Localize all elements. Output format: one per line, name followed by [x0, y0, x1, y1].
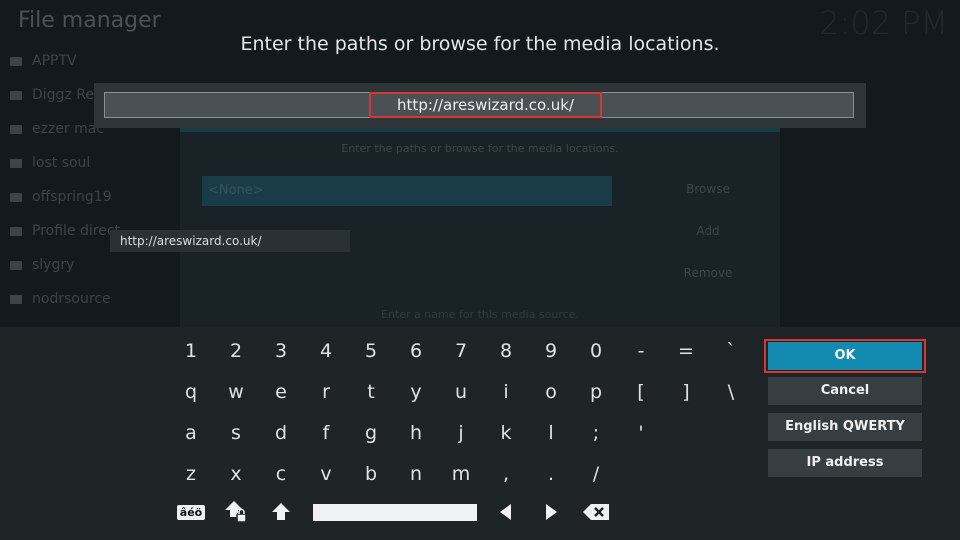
key-7[interactable]: 7 [441, 331, 481, 371]
ok-button[interactable]: OK [768, 342, 922, 370]
key-p[interactable]: p [576, 372, 616, 412]
browse-button: Browse [686, 182, 730, 196]
key-3[interactable]: 3 [261, 331, 301, 371]
backspace-icon [583, 504, 609, 520]
space-bar[interactable] [313, 504, 477, 521]
key-f[interactable]: f [306, 413, 346, 453]
folder-icon [10, 158, 22, 168]
key-9[interactable]: 9 [531, 331, 571, 371]
key-c[interactable]: c [261, 454, 301, 494]
key-close-bracket[interactable]: ] [666, 372, 706, 412]
key-b[interactable]: b [351, 454, 391, 494]
key-5[interactable]: 5 [351, 331, 391, 371]
list-item: offspring19 [0, 180, 180, 214]
key-o[interactable]: o [531, 372, 571, 412]
key-backslash[interactable]: \ [711, 372, 751, 412]
folder-icon [10, 226, 22, 236]
caps-lock-key[interactable] [216, 492, 256, 532]
folder-icon [10, 260, 22, 270]
key-0[interactable]: 0 [576, 331, 616, 371]
key-k[interactable]: k [486, 413, 526, 453]
arrow-right-icon [546, 504, 557, 520]
key-i[interactable]: i [486, 372, 526, 412]
backspace-key[interactable] [576, 492, 616, 532]
path-field: <None> [202, 176, 612, 206]
key-4[interactable]: 4 [306, 331, 346, 371]
caps-lock-icon [225, 501, 247, 523]
key-m[interactable]: m [441, 454, 481, 494]
key-8[interactable]: 8 [486, 331, 526, 371]
folder-icon [10, 124, 22, 134]
key-minus[interactable]: - [621, 331, 661, 371]
name-prompt: Enter a name for this media source. [381, 308, 579, 321]
autocomplete-suggestion[interactable]: http://areswizard.co.uk/ [110, 230, 350, 252]
key-slash[interactable]: / [576, 454, 616, 494]
key-d[interactable]: d [261, 413, 301, 453]
key-z[interactable]: z [171, 454, 211, 494]
key-v[interactable]: v [306, 454, 346, 494]
key-n[interactable]: n [396, 454, 436, 494]
arrow-left-icon [500, 504, 511, 520]
key-backtick[interactable]: ` [711, 331, 751, 371]
input-panel: http://areswizard.co.uk/ [94, 83, 866, 128]
key-w[interactable]: w [216, 372, 256, 412]
cursor-right-key[interactable] [531, 492, 571, 532]
cancel-button[interactable]: Cancel [768, 377, 922, 405]
key-h[interactable]: h [396, 413, 436, 453]
key-apostrophe[interactable]: ' [621, 413, 661, 453]
remove-button: Remove [683, 266, 733, 280]
symbols-label: âéö [176, 504, 206, 520]
folder-icon [10, 56, 22, 66]
ip-address-button[interactable]: IP address [768, 449, 922, 477]
cursor-left-key[interactable] [486, 492, 526, 532]
key-6[interactable]: 6 [396, 331, 436, 371]
key-2[interactable]: 2 [216, 331, 256, 371]
list-item: lost soul [0, 146, 180, 180]
key-e[interactable]: e [261, 372, 301, 412]
key-l[interactable]: l [531, 413, 571, 453]
key-s[interactable]: s [216, 413, 256, 453]
page-title: File manager [18, 8, 161, 33]
key-j[interactable]: j [441, 413, 481, 453]
symbols-key[interactable]: âéö [171, 492, 211, 532]
key-q[interactable]: q [171, 372, 211, 412]
key-g[interactable]: g [351, 413, 391, 453]
list-item: nodrsource [0, 282, 180, 316]
url-input[interactable]: http://areswizard.co.uk/ [104, 92, 854, 118]
key-equals[interactable]: = [666, 331, 706, 371]
key-x[interactable]: x [216, 454, 256, 494]
key-comma[interactable]: , [486, 454, 526, 494]
folder-icon [10, 90, 22, 100]
key-t[interactable]: t [351, 372, 391, 412]
key-r[interactable]: r [306, 372, 346, 412]
shift-key[interactable] [261, 492, 301, 532]
shift-icon [272, 503, 290, 520]
dialog-subtitle: Enter the paths or browse for the media … [341, 142, 619, 155]
key-u[interactable]: u [441, 372, 481, 412]
add-button: Add [696, 224, 720, 238]
key-period[interactable]: . [531, 454, 571, 494]
on-screen-keyboard: 1 2 3 4 5 6 7 8 9 0 - = ` q w e r t y u … [0, 327, 960, 540]
key-a[interactable]: a [171, 413, 211, 453]
folder-icon [10, 294, 22, 304]
keyboard-layout-button[interactable]: English QWERTY [768, 413, 922, 441]
key-open-bracket[interactable]: [ [621, 372, 661, 412]
dialog-heading: Enter the paths or browse for the media … [240, 33, 720, 55]
key-semicolon[interactable]: ; [576, 413, 616, 453]
list-item: slygry [0, 248, 180, 282]
key-1[interactable]: 1 [171, 331, 211, 371]
add-source-dialog: Enter the paths or browse for the media … [180, 118, 780, 330]
folder-icon [10, 192, 22, 202]
key-y[interactable]: y [396, 372, 436, 412]
input-text: http://areswizard.co.uk/ [369, 92, 602, 118]
